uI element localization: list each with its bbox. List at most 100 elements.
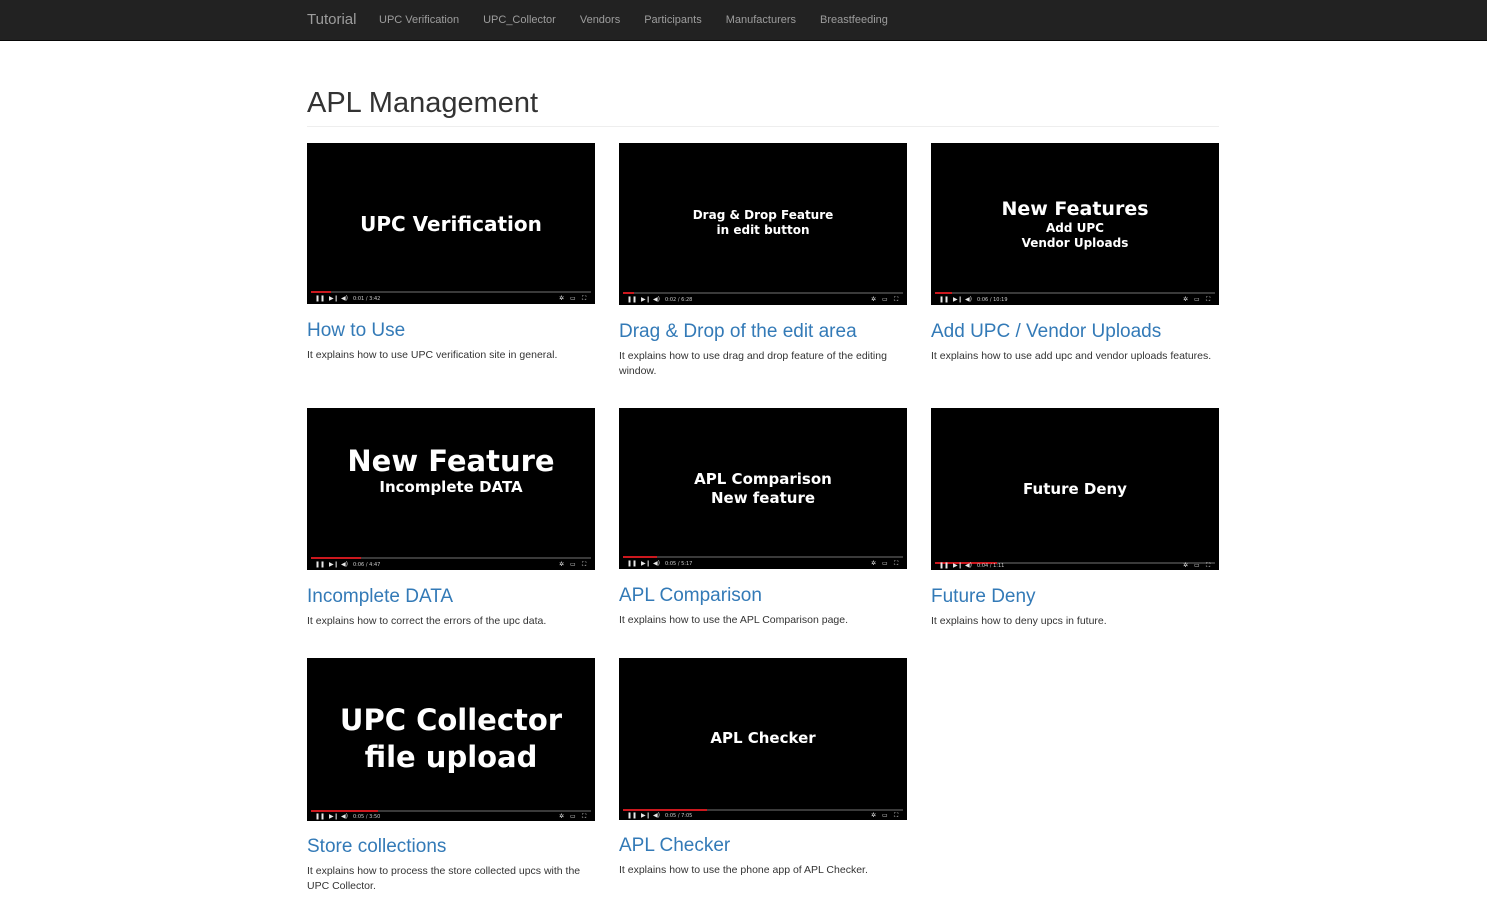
play-pause-icon[interactable]: ❚❚ xyxy=(315,811,325,821)
video-title-overlay: New Feature Incomplete DATA xyxy=(307,444,595,497)
navbar-brand[interactable]: Tutorial xyxy=(307,0,356,40)
card-title-link[interactable]: Incomplete DATA xyxy=(307,586,595,608)
theater-icon[interactable]: ▭ xyxy=(570,293,576,304)
card-title-link[interactable]: APL Checker xyxy=(619,835,907,857)
card-title-link[interactable]: Drag & Drop of the edit area xyxy=(619,321,907,343)
fullscreen-icon[interactable]: ⛶ xyxy=(894,810,898,820)
play-pause-icon[interactable]: ❚❚ xyxy=(939,294,949,305)
video-player[interactable]: Drag & Drop Feature in edit button ❚❚ ▶❙… xyxy=(619,143,907,305)
settings-icon[interactable]: ✲ xyxy=(1183,560,1188,570)
video-time: 0:04 / 1:11 xyxy=(977,563,1005,569)
fullscreen-icon[interactable]: ⛶ xyxy=(582,293,586,304)
card-title-link[interactable]: Add UPC / Vendor Uploads xyxy=(931,321,1219,343)
theater-icon[interactable]: ▭ xyxy=(570,559,576,570)
fullscreen-icon[interactable]: ⛶ xyxy=(582,559,586,570)
volume-icon[interactable]: ◀) xyxy=(653,294,660,305)
nav-link-upc-collector[interactable]: UPC_Collector xyxy=(471,0,568,40)
video-card: Drag & Drop Feature in edit button ❚❚ ▶❙… xyxy=(619,143,907,379)
theater-icon[interactable]: ▭ xyxy=(1194,560,1200,570)
volume-icon[interactable]: ◀) xyxy=(341,559,348,570)
video-controls: ❚❚ ▶❙ ◀) 0:05 / 7:05 ✲ ▭ ⛶ xyxy=(619,810,907,820)
video-title-line: New Features xyxy=(1001,198,1149,220)
settings-icon[interactable]: ✲ xyxy=(871,810,876,820)
settings-icon[interactable]: ✲ xyxy=(871,558,876,569)
volume-icon[interactable]: ◀) xyxy=(965,294,972,305)
video-title-overlay: New Features Add UPC Vendor Uploads xyxy=(931,197,1219,251)
volume-icon[interactable]: ◀) xyxy=(653,810,660,820)
video-card: Future Deny ❚❚ ▶❙ ◀) 0:04 / 1:11 ✲ ▭ ⛶ F… xyxy=(931,408,1219,629)
card-description: It explains how to use drag and drop fea… xyxy=(619,350,887,377)
video-card: APL Checker ❚❚ ▶❙ ◀) 0:05 / 7:05 ✲ ▭ ⛶ A… xyxy=(619,658,907,878)
video-time: 0:05 / 3:50 xyxy=(353,814,381,820)
theater-icon[interactable]: ▭ xyxy=(882,558,888,569)
next-icon[interactable]: ▶❙ xyxy=(329,811,339,821)
next-icon[interactable]: ▶❙ xyxy=(329,293,339,304)
settings-icon[interactable]: ✲ xyxy=(871,294,876,305)
video-time: 0:01 / 3:42 xyxy=(353,296,381,302)
next-icon[interactable]: ▶❙ xyxy=(953,560,963,570)
fullscreen-icon[interactable]: ⛶ xyxy=(1206,294,1210,305)
card-description: It explains how to use add upc and vendo… xyxy=(931,350,1212,362)
fullscreen-icon[interactable]: ⛶ xyxy=(582,811,586,821)
theater-icon[interactable]: ▭ xyxy=(570,811,576,821)
card-title-link[interactable]: Future Deny xyxy=(931,586,1219,608)
settings-icon[interactable]: ✲ xyxy=(559,559,564,570)
video-player[interactable]: New Feature Incomplete DATA ❚❚ ▶❙ ◀) 0:0… xyxy=(307,408,595,570)
settings-icon[interactable]: ✲ xyxy=(559,811,564,821)
top-navbar: Tutorial UPC Verification UPC_Collector … xyxy=(0,0,1487,41)
volume-icon[interactable]: ◀) xyxy=(341,811,348,821)
nav-link-manufacturers[interactable]: Manufacturers xyxy=(714,0,808,40)
next-icon[interactable]: ▶❙ xyxy=(329,559,339,570)
volume-icon[interactable]: ◀) xyxy=(341,293,348,304)
video-title-line: UPC Collector xyxy=(339,703,563,737)
card-description: It explains how to use the APL Compariso… xyxy=(619,614,849,626)
theater-icon[interactable]: ▭ xyxy=(1194,294,1200,305)
theater-icon[interactable]: ▭ xyxy=(882,810,888,820)
video-player[interactable]: APL Comparison New feature ❚❚ ▶❙ ◀) 0:05… xyxy=(619,408,907,569)
video-title-line: file upload xyxy=(364,740,538,774)
video-title-overlay: APL Comparison New feature xyxy=(619,470,907,508)
play-pause-icon[interactable]: ❚❚ xyxy=(627,810,637,820)
next-icon[interactable]: ▶❙ xyxy=(953,294,963,305)
fullscreen-icon[interactable]: ⛶ xyxy=(894,558,898,569)
title-divider xyxy=(307,126,1219,127)
settings-icon[interactable]: ✲ xyxy=(1183,294,1188,305)
card-title-link[interactable]: Store collections xyxy=(307,836,595,858)
play-pause-icon[interactable]: ❚❚ xyxy=(315,559,325,570)
video-title-line: Drag & Drop Feature xyxy=(692,208,834,222)
fullscreen-icon[interactable]: ⛶ xyxy=(894,294,898,305)
play-pause-icon[interactable]: ❚❚ xyxy=(939,560,949,570)
next-icon[interactable]: ▶❙ xyxy=(641,810,651,820)
video-time: 0:02 / 6:28 xyxy=(665,297,693,303)
video-player[interactable]: Future Deny ❚❚ ▶❙ ◀) 0:04 / 1:11 ✲ ▭ ⛶ xyxy=(931,408,1219,570)
video-title-overlay: UPC Collector file upload xyxy=(307,702,595,776)
volume-icon[interactable]: ◀) xyxy=(653,558,660,569)
card-title-link[interactable]: How to Use xyxy=(307,320,595,342)
nav-link-vendors[interactable]: Vendors xyxy=(568,0,632,40)
video-player[interactable]: APL Checker ❚❚ ▶❙ ◀) 0:05 / 7:05 ✲ ▭ ⛶ xyxy=(619,658,907,820)
theater-icon[interactable]: ▭ xyxy=(882,294,888,305)
settings-icon[interactable]: ✲ xyxy=(559,293,564,304)
page-title: APL Management xyxy=(307,87,539,119)
play-pause-icon[interactable]: ❚❚ xyxy=(627,558,637,569)
next-icon[interactable]: ▶❙ xyxy=(641,558,651,569)
video-player[interactable]: UPC Collector file upload ❚❚ ▶❙ ◀) 0:05 … xyxy=(307,658,595,821)
next-icon[interactable]: ▶❙ xyxy=(641,294,651,305)
play-pause-icon[interactable]: ❚❚ xyxy=(315,293,325,304)
nav-link-breastfeeding[interactable]: Breastfeeding xyxy=(808,0,900,40)
video-player[interactable]: New Features Add UPC Vendor Uploads ❚❚ ▶… xyxy=(931,143,1219,305)
nav-link-upc-verification[interactable]: UPC Verification xyxy=(367,0,471,40)
volume-icon[interactable]: ◀) xyxy=(965,560,972,570)
fullscreen-icon[interactable]: ⛶ xyxy=(1206,560,1210,570)
video-card: New Feature Incomplete DATA ❚❚ ▶❙ ◀) 0:0… xyxy=(307,408,595,629)
card-title-link[interactable]: APL Comparison xyxy=(619,585,907,607)
navbar-links: UPC Verification UPC_Collector Vendors P… xyxy=(367,0,900,40)
video-title-overlay: Future Deny xyxy=(931,480,1219,499)
video-controls: ❚❚ ▶❙ ◀) 0:05 / 3:50 ✲ ▭ ⛶ xyxy=(307,811,595,821)
video-player[interactable]: UPC Verification ❚❚ ▶❙ ◀) 0:01 / 3:42 ✲ … xyxy=(307,143,595,304)
play-pause-icon[interactable]: ❚❚ xyxy=(627,294,637,305)
video-card: UPC Collector file upload ❚❚ ▶❙ ◀) 0:05 … xyxy=(307,658,595,894)
video-title-line: APL Checker xyxy=(710,729,816,747)
card-description: It explains how to process the store col… xyxy=(307,865,581,892)
nav-link-participants[interactable]: Participants xyxy=(632,0,713,40)
